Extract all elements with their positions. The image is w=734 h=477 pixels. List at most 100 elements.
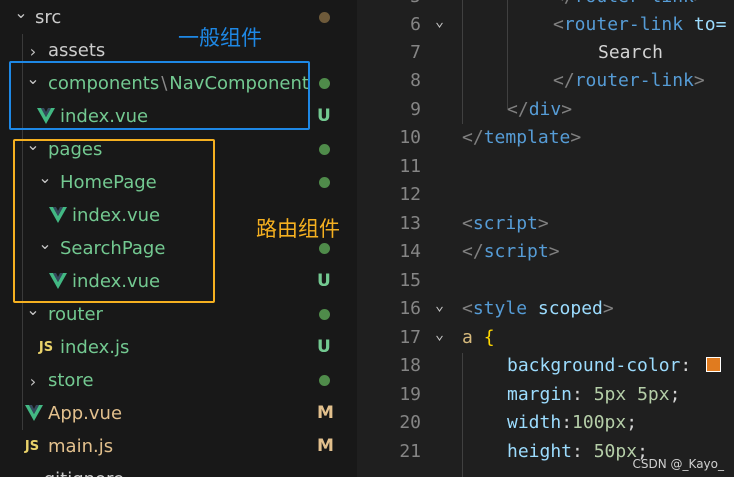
code-token: template <box>483 127 571 148</box>
code-token: script <box>483 241 549 262</box>
code-text: </script> <box>462 238 560 266</box>
status-badge: U <box>317 337 331 357</box>
fold-chevron-icon[interactable]: ⌄ <box>435 7 444 35</box>
chevron-right-icon[interactable]: › <box>24 372 42 391</box>
code-text: </router-link> <box>553 0 705 11</box>
code-line[interactable]: 20 width:100px; <box>357 409 734 437</box>
line-number: 10 <box>399 127 421 148</box>
code-line[interactable]: 18 background-color: <box>357 352 734 380</box>
code-token: height <box>507 441 573 462</box>
line-number: 19 <box>399 384 421 405</box>
indent-guide <box>462 353 463 477</box>
code-token: Search <box>598 42 664 63</box>
code-token: router-link <box>575 0 694 7</box>
status-badge: U <box>317 106 331 126</box>
code-line[interactable]: 19 margin: 5px 5px; <box>357 381 734 409</box>
code-line[interactable]: 6 ⌄ <router-link to= <box>357 11 734 39</box>
code-token: > <box>694 0 705 7</box>
code-line[interactable]: 9 </div> <box>357 96 734 124</box>
code-token: width <box>507 412 562 433</box>
line-number: 9 <box>410 99 421 120</box>
chevron-right-icon[interactable]: › <box>24 42 42 61</box>
code-line[interactable]: 15 <box>357 267 734 295</box>
vue-icon <box>24 403 44 423</box>
code-line[interactable]: 13 <script> <box>357 210 734 238</box>
code-text: <router-link to= <box>553 11 726 39</box>
code-line[interactable]: 14 </script> <box>357 238 734 266</box>
fold-chevron-icon[interactable]: ⌄ <box>435 320 444 348</box>
fold-chevron-icon[interactable]: ⌄ <box>435 291 444 319</box>
code-editor[interactable]: 5</router-link>6⌄<router-link to=7Search… <box>357 0 734 477</box>
tree-item-label: App.vue <box>48 403 123 424</box>
tree-item-label: assets <box>48 40 106 61</box>
code-token: </ <box>553 0 575 7</box>
tree-item[interactable]: JS index.js U <box>0 331 357 364</box>
code-token: </ <box>462 127 484 148</box>
code-text: </div> <box>507 96 572 124</box>
chevron-down-icon[interactable]: ⌄ <box>12 3 30 22</box>
tree-item-label: store <box>48 370 94 391</box>
code-token: > <box>561 99 573 120</box>
line-number: 20 <box>399 412 421 433</box>
code-line[interactable]: 16 ⌄ <style scoped> <box>357 295 734 323</box>
tree-item[interactable]: App.vue M <box>0 397 357 430</box>
line-number: 11 <box>399 156 421 177</box>
status-badge: M <box>317 403 334 423</box>
code-token: </ <box>462 241 484 262</box>
tree-item-label: router <box>48 304 103 325</box>
line-number: 14 <box>399 241 421 262</box>
watermark: CSDN @_Kayo_ <box>632 457 724 471</box>
code-token: > <box>693 70 705 91</box>
line-number: 18 <box>399 355 421 376</box>
code-token: style <box>472 298 528 319</box>
line-number: 8 <box>410 70 421 91</box>
code-token: < <box>553 14 564 35</box>
status-dot <box>319 144 330 155</box>
route-component-box <box>13 139 215 303</box>
code-token: < <box>462 298 473 319</box>
code-token: : <box>572 384 594 405</box>
tree-item-label: .gitignore <box>38 469 124 477</box>
code-line[interactable]: 5 </router-link> <box>357 0 734 11</box>
code-text: <style scoped> <box>462 295 614 323</box>
code-line[interactable]: 8 </router-link> <box>357 67 734 95</box>
line-number: 5 <box>357 0 421 11</box>
code-line[interactable]: 7 Search <box>357 39 734 67</box>
code-token: to= <box>693 14 727 35</box>
code-text: <script> <box>462 210 549 238</box>
code-line[interactable]: 10 </template> <box>357 124 734 152</box>
code-line[interactable]: 12 <box>357 181 734 209</box>
code-token: > <box>537 213 549 234</box>
code-token: > <box>570 127 582 148</box>
color-swatch[interactable] <box>706 357 722 372</box>
code-token: { <box>483 327 495 348</box>
js-icon: JS <box>38 339 54 355</box>
line-number: 15 <box>399 270 421 291</box>
code-line[interactable]: 11 <box>357 153 734 181</box>
general-component-box <box>9 61 310 130</box>
general-component-label: 一般组件 <box>178 26 262 50</box>
code-token: div <box>528 99 562 120</box>
code-token: </ <box>553 70 575 91</box>
code-token: > <box>548 241 560 262</box>
code-text: width:100px; <box>507 409 637 437</box>
code-token: scoped <box>537 298 603 319</box>
code-text: </template> <box>462 124 581 152</box>
line-number: 7 <box>410 42 421 63</box>
tree-item-label: index.js <box>60 337 130 358</box>
code-token: : <box>561 412 573 433</box>
tree-item[interactable]: › store <box>0 364 357 397</box>
code-line[interactable]: 17 ⌄ a { <box>357 324 734 352</box>
code-token: 50px <box>593 441 638 462</box>
code-token: : <box>680 355 703 376</box>
code-text: margin: 5px 5px; <box>507 381 680 409</box>
status-dot <box>319 177 330 188</box>
status-dot <box>319 309 330 320</box>
line-number: 6 <box>410 14 421 35</box>
tree-item[interactable]: .gitignore <box>0 463 357 477</box>
tree-item-label: src <box>35 7 62 28</box>
tree-item[interactable]: JS main.js M <box>0 430 357 463</box>
code-token: </ <box>507 99 529 120</box>
